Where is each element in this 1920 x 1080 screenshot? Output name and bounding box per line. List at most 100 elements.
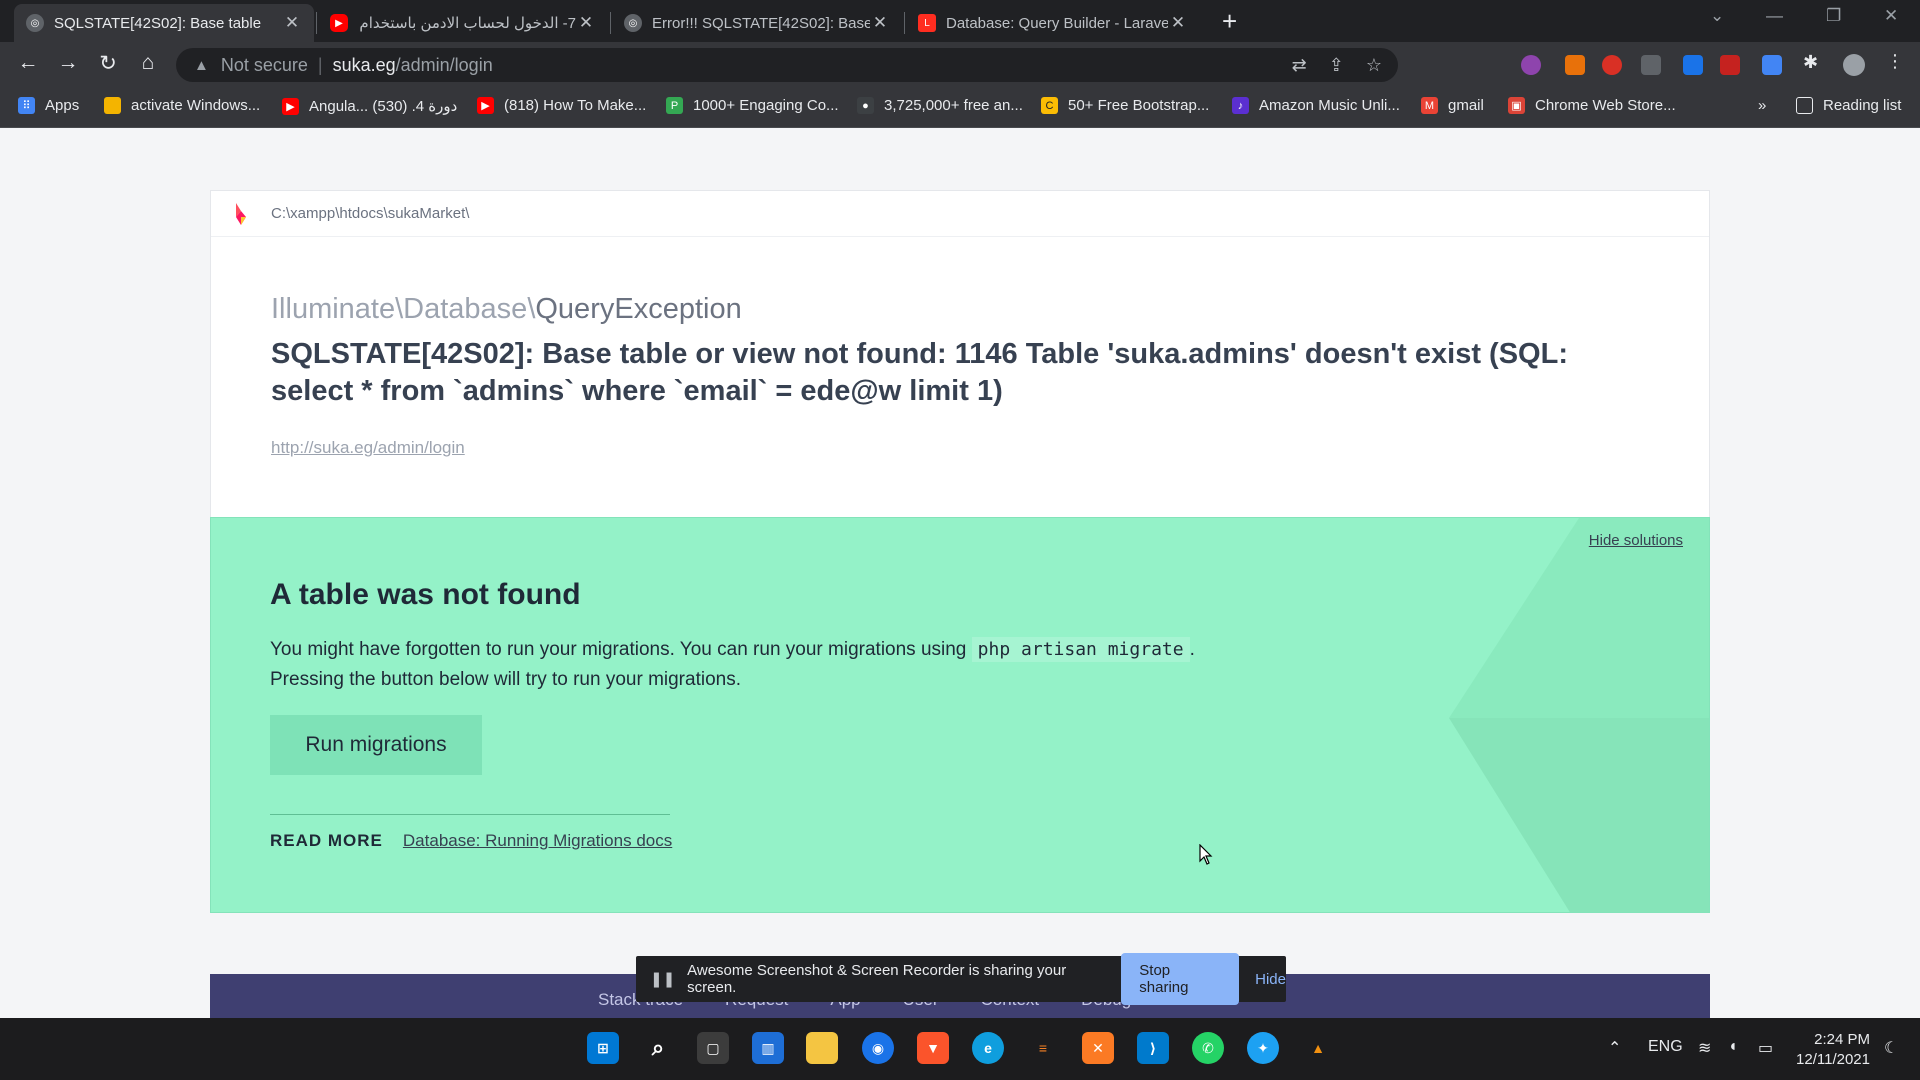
stackoverflow-icon[interactable]: ≡ xyxy=(1027,1032,1059,1064)
read-more: READ MORE Database: Running Migrations d… xyxy=(270,831,672,851)
restore-icon[interactable]: ❐ xyxy=(1826,6,1841,26)
share-icon[interactable]: ⇪ xyxy=(1329,55,1344,76)
chrome-icon[interactable]: ◉ xyxy=(862,1032,894,1064)
url-path: /admin/login xyxy=(395,54,493,75)
extension-m-icon[interactable] xyxy=(1602,55,1622,75)
freepik-icon: ● xyxy=(857,97,874,114)
globe-icon: ◎ xyxy=(624,14,642,32)
widgets-icon[interactable]: ▥ xyxy=(752,1032,784,1064)
tab-error[interactable]: ◎ Error!!! SQLSTATE[42S02]: Base ta ✕ xyxy=(612,4,902,42)
bookmark-free-an[interactable]: ● 3,725,000+ free an... xyxy=(857,97,1023,114)
tab-youtube[interactable]: ▶ 7- الدخول لحساب الادمن باستخدام ✕ xyxy=(318,4,608,42)
warning-icon: ▲ xyxy=(194,56,209,74)
page-viewport: C:\xampp\htdocs\sukaMarket\ Illuminate\D… xyxy=(0,128,1920,1018)
profile-avatar[interactable] xyxy=(1843,54,1865,76)
task-view-icon[interactable]: ▢ xyxy=(697,1032,729,1064)
language-indicator[interactable]: ENG xyxy=(1648,1038,1683,1056)
bookmark-bootstrap[interactable]: C 50+ Free Bootstrap... xyxy=(1041,97,1209,114)
hide-banner-button[interactable]: Hide xyxy=(1255,971,1286,988)
bookmark-how-to-make[interactable]: ▶ (818) How To Make... xyxy=(477,97,646,114)
menu-icon[interactable]: ⋮ xyxy=(1886,51,1906,71)
battery-icon[interactable]: ▭ xyxy=(1758,1038,1773,1058)
youtube-icon: ▶ xyxy=(330,14,348,32)
browser-toolbar: ← → ↻ ⌂ ▲ Not secure | suka.eg /admin/lo… xyxy=(0,42,1920,88)
bookmark-star-icon[interactable]: ☆ xyxy=(1366,55,1382,76)
bookmark-amazon-music[interactable]: ♪ Amazon Music Unli... xyxy=(1232,97,1400,114)
app-path: C:\xampp\htdocs\sukaMarket\ xyxy=(271,205,470,222)
file-explorer-icon[interactable] xyxy=(806,1032,838,1064)
run-migrations-button[interactable]: Run migrations xyxy=(270,715,482,775)
phpmyadmin-icon[interactable]: ▲ xyxy=(1302,1032,1334,1064)
start-icon[interactable]: ⊞ xyxy=(587,1032,619,1064)
edge-icon[interactable]: e xyxy=(972,1032,1004,1064)
address-bar[interactable]: ▲ Not secure | suka.eg /admin/login ⇄ ⇪ … xyxy=(176,48,1398,82)
whatsapp-icon[interactable]: ✆ xyxy=(1192,1032,1224,1064)
youtube-icon: ▶ xyxy=(477,97,494,114)
bookmark-chrome-web-store[interactable]: ▣ Chrome Web Store... xyxy=(1508,97,1676,114)
extension-coupon-icon[interactable] xyxy=(1565,55,1585,75)
url-host: suka.eg xyxy=(332,54,396,75)
reading-list-button[interactable]: Reading list xyxy=(1796,97,1901,114)
ignition-logo-icon xyxy=(236,203,246,225)
tab-separator xyxy=(316,12,317,34)
tab-sqlstate[interactable]: ◎ SQLSTATE[42S02]: Base table ✕ xyxy=(14,4,314,42)
vscode-icon[interactable]: ⟩ xyxy=(1137,1032,1169,1064)
close-tab-icon[interactable]: ✕ xyxy=(870,13,890,33)
hide-solutions-link[interactable]: Hide solutions xyxy=(1589,532,1683,549)
bookmarks-overflow-button[interactable]: » xyxy=(1758,97,1766,114)
extension-pdf-icon[interactable] xyxy=(1720,55,1740,75)
bookmark-angular[interactable]: ▶ Angula... دورة 4. (530) xyxy=(282,97,457,115)
card-header: C:\xampp\htdocs\sukaMarket\ xyxy=(211,191,1709,237)
minimize-icon[interactable]: — xyxy=(1766,6,1783,26)
solution-panel: Hide solutions A table was not found You… xyxy=(210,517,1710,913)
wifi-icon[interactable]: ≋ xyxy=(1698,1038,1711,1058)
translate-icon[interactable]: ⇄ xyxy=(1292,55,1307,76)
notifications-icon[interactable]: ☾ xyxy=(1884,1038,1898,1058)
bookmark-engaging[interactable]: P 1000+ Engaging Co... xyxy=(666,97,839,114)
request-url-link[interactable]: http://suka.eg/admin/login xyxy=(271,438,465,458)
artisan-command: php artisan migrate xyxy=(971,637,1190,662)
volume-icon[interactable]: ◖ xyxy=(1728,1038,1738,1056)
new-tab-button[interactable]: + xyxy=(1222,8,1237,34)
xampp-icon[interactable]: ✕ xyxy=(1082,1032,1114,1064)
back-icon[interactable]: ← xyxy=(14,51,42,75)
reload-icon[interactable]: ↻ xyxy=(94,51,122,76)
web-store-icon: ▣ xyxy=(1508,97,1525,114)
extension-pen-icon[interactable] xyxy=(1641,55,1661,75)
extension-color-icon[interactable] xyxy=(1521,55,1541,75)
exception-body: Illuminate\Database\QueryException SQLST… xyxy=(211,237,1709,524)
close-window-icon[interactable]: ✕ xyxy=(1884,6,1898,26)
extension-screenshot-icon[interactable] xyxy=(1683,55,1703,75)
tray-chevron-icon[interactable]: ⌃ xyxy=(1608,1038,1621,1058)
clock[interactable]: 2:24 PM 12/11/2021 xyxy=(1796,1030,1870,1070)
p-icon: P xyxy=(666,97,683,114)
close-tab-icon[interactable]: ✕ xyxy=(1168,13,1188,33)
tab-title: Error!!! SQLSTATE[42S02]: Base ta xyxy=(652,14,870,32)
reading-list-icon xyxy=(1796,97,1813,114)
amazon-music-icon: ♪ xyxy=(1232,97,1249,114)
tab-laravel-docs[interactable]: L Database: Query Builder - Larave ✕ xyxy=(906,4,1200,42)
close-tab-icon[interactable]: ✕ xyxy=(282,13,302,33)
twitter-icon[interactable]: ✦ xyxy=(1247,1032,1279,1064)
bookmark-gmail[interactable]: Mgmail xyxy=(1421,97,1484,114)
extension-trash-icon[interactable] xyxy=(1762,55,1782,75)
brave-icon[interactable]: ▼ xyxy=(917,1032,949,1064)
search-icon[interactable]: ⌕ xyxy=(642,1032,674,1064)
address-divider: | xyxy=(317,54,323,75)
laravel-icon: L xyxy=(918,14,936,32)
close-tab-icon[interactable]: ✕ xyxy=(576,13,596,33)
exception-namespace: Illuminate\Database\ xyxy=(271,293,536,325)
read-more-label: READ MORE xyxy=(270,831,383,850)
tab-strip: ◎ SQLSTATE[42S02]: Base table ✕ ▶ 7- الد… xyxy=(0,0,1920,42)
tab-title: Database: Query Builder - Larave xyxy=(946,14,1168,32)
tab-title: 7- الدخول لحساب الادمن باستخدام xyxy=(359,15,576,32)
tab-search-icon[interactable]: ⌄ xyxy=(1710,6,1724,26)
forward-icon[interactable]: → xyxy=(54,51,82,75)
extensions-puzzle-icon[interactable]: ✱ xyxy=(1803,52,1823,72)
bookmark-activate-windows[interactable]: activate Windows... xyxy=(104,97,260,114)
migrations-docs-link[interactable]: Database: Running Migrations docs xyxy=(403,831,672,851)
home-icon[interactable]: ⌂ xyxy=(134,51,162,75)
bookmark-apps[interactable]: ⠿ Apps xyxy=(18,97,79,114)
stop-sharing-button[interactable]: Stop sharing xyxy=(1121,953,1240,1005)
exception-message: SQLSTATE[42S02]: Base table or view not … xyxy=(271,338,1568,407)
